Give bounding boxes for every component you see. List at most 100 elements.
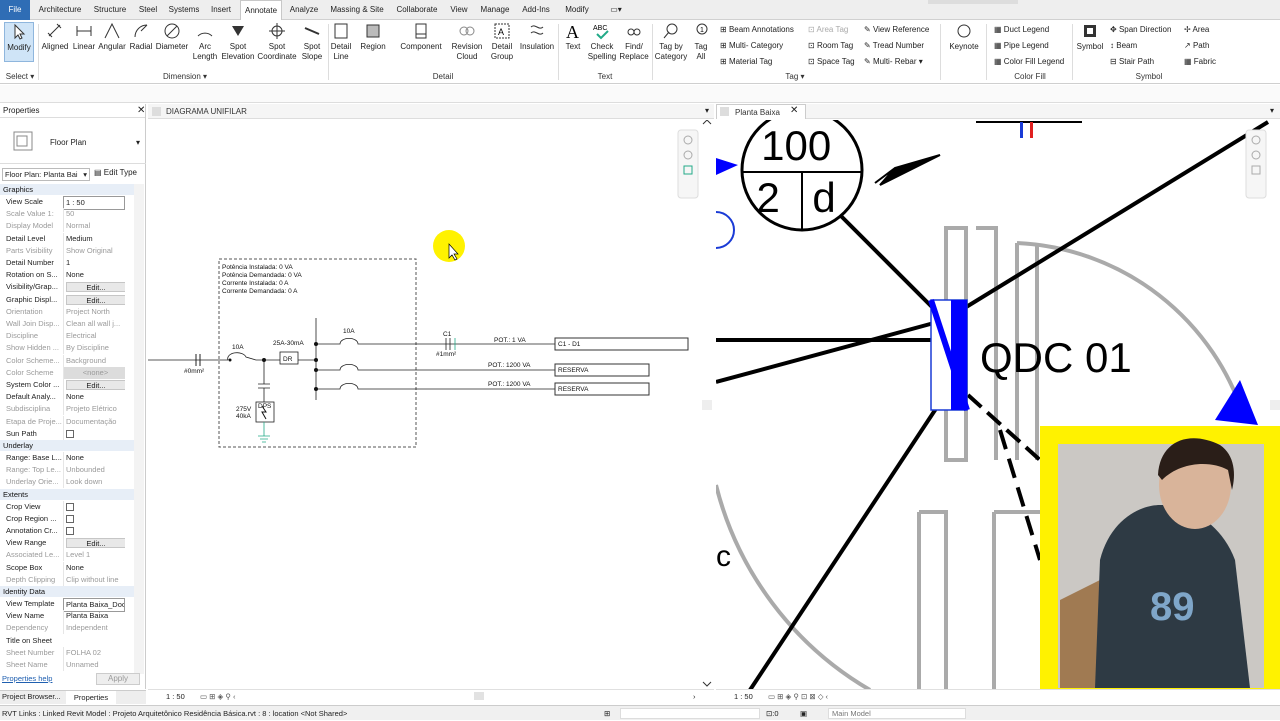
property-value[interactable]: FOLHA 02: [63, 646, 125, 659]
text-button[interactable]: A Text: [562, 22, 584, 52]
tab-properties[interactable]: Properties: [66, 691, 116, 704]
property-row[interactable]: Rotation on S... None: [0, 269, 134, 282]
space-tag-button[interactable]: ⊡ Space Tag: [808, 56, 855, 67]
tab-manage[interactable]: Manage: [476, 0, 514, 20]
dimension-group-label[interactable]: Dimension ▾: [40, 72, 330, 81]
beam-annotations-button[interactable]: ⊞ Beam Annotations: [720, 24, 794, 35]
aligned-dim-button[interactable]: Aligned: [40, 22, 70, 52]
view-planta-baixa[interactable]: Planta Baixa ✕ ▾ 100 2 d QDC 01 c 89 1:…: [716, 104, 1280, 704]
arc-length-button[interactable]: Arc Length: [190, 22, 220, 62]
design-options-icon[interactable]: ▣: [800, 706, 807, 721]
apply-button[interactable]: Apply: [96, 673, 140, 685]
property-row[interactable]: Default Analy... None: [0, 391, 134, 404]
edit-button[interactable]: Edit...: [66, 538, 125, 549]
multi-category-button[interactable]: ⊞ Multi- Category: [720, 40, 783, 51]
horizontal-scroll-thumb[interactable]: [474, 692, 484, 700]
check-spelling-button[interactable]: ABC Check Spelling: [586, 22, 618, 62]
property-value[interactable]: By Discipline: [63, 342, 125, 355]
property-row[interactable]: Parts Visibility Show Original: [0, 244, 134, 257]
property-value[interactable]: None: [63, 561, 125, 574]
property-value[interactable]: None: [63, 391, 125, 404]
revision-cloud-button[interactable]: Revision Cloud: [450, 22, 484, 62]
property-row[interactable]: View Name Planta Baixa: [0, 610, 134, 623]
property-row[interactable]: Detail Level Medium: [0, 232, 134, 245]
tab-insert[interactable]: Insert: [206, 0, 236, 20]
property-row[interactable]: Subdisciplina Projeto Elétrico: [0, 403, 134, 416]
property-row[interactable]: Etapa de Proje... Documentação: [0, 415, 134, 428]
region-button[interactable]: Region: [358, 22, 388, 52]
property-value[interactable]: Projeto Elétrico: [63, 403, 125, 416]
instance-filter-select[interactable]: Floor Plan: Planta Bai ▾: [2, 168, 90, 181]
property-row[interactable]: Detail Number 1: [0, 257, 134, 269]
property-row[interactable]: Crop Region ...: [0, 512, 134, 527]
property-category[interactable]: Extents: [0, 488, 134, 500]
property-row[interactable]: Range: Top Le... Unbounded: [0, 464, 134, 477]
view-controls-icons[interactable]: ▭ ⊞ ◈ ⚲ ⊡ ⊠ ◇ ‹: [768, 690, 828, 704]
property-row[interactable]: Sheet Name Unnamed: [0, 659, 134, 671]
property-row[interactable]: Annotation Cr...: [0, 525, 134, 539]
tab-view[interactable]: View: [446, 0, 472, 20]
property-row[interactable]: View Template Planta Baixa_Doc: [0, 598, 134, 612]
pipe-legend-button[interactable]: ▦ Pipe Legend: [994, 40, 1049, 51]
property-value[interactable]: Level 1: [63, 549, 125, 562]
property-row[interactable]: Discipline Electrical: [0, 330, 134, 343]
property-value[interactable]: Project North: [63, 305, 125, 318]
properties-scrollbar[interactable]: [134, 184, 144, 674]
property-row[interactable]: Crop View: [0, 500, 134, 515]
property-row[interactable]: Sun Path: [0, 427, 134, 442]
tag-group-label[interactable]: Tag ▾: [654, 72, 936, 81]
property-value[interactable]: Documentação: [63, 415, 125, 428]
color-fill-legend-button[interactable]: ▦ Color Fill Legend: [994, 56, 1064, 67]
tab-analyze[interactable]: Analyze: [286, 0, 322, 20]
property-value[interactable]: Edit...: [63, 293, 125, 307]
tab-project-browser[interactable]: Project Browser...: [2, 692, 61, 701]
properties-help-link[interactable]: Properties help: [2, 674, 52, 683]
detail-group-button[interactable]: A Detail Group: [488, 22, 516, 62]
property-category[interactable]: Graphics: [0, 184, 134, 195]
property-value[interactable]: None: [63, 269, 125, 282]
contextual-dropdown-icon[interactable]: ▭▾: [604, 0, 628, 20]
area-tag-button[interactable]: ⊡ Area Tag: [808, 24, 848, 35]
tab-menu-icon[interactable]: ▾: [705, 106, 709, 115]
property-row[interactable]: Display Model Normal: [0, 220, 134, 233]
property-row[interactable]: Scope Box None: [0, 561, 134, 574]
symbol-button[interactable]: Symbol: [1074, 22, 1106, 52]
spot-elevation-button[interactable]: Spot Elevation: [221, 22, 255, 62]
property-value[interactable]: Normal: [63, 220, 125, 233]
property-row[interactable]: View Range Edit...: [0, 537, 134, 551]
property-checkbox[interactable]: [66, 502, 74, 511]
property-row[interactable]: Visibility/Grap... Edit...: [0, 281, 134, 295]
property-row[interactable]: Associated Le... Level 1: [0, 549, 134, 562]
angular-dim-button[interactable]: Angular: [97, 22, 127, 52]
property-value[interactable]: Medium: [63, 232, 125, 245]
multi-rebar-button[interactable]: ✎ Multi- Rebar ▾: [864, 56, 923, 67]
tag-by-category-button[interactable]: Tag by Category: [654, 22, 688, 62]
property-checkbox[interactable]: [66, 527, 74, 535]
property-row[interactable]: Graphic Displ... Edit...: [0, 293, 134, 307]
scroll-down-icon[interactable]: [702, 681, 712, 687]
diameter-dim-button[interactable]: Diameter: [155, 22, 189, 52]
tab-annotate[interactable]: Annotate: [240, 0, 282, 20]
stair-path-button[interactable]: ⊟ Stair Path: [1110, 56, 1154, 67]
tab-diagrama-unifilar[interactable]: DIAGRAMA UNIFILAR: [148, 104, 714, 119]
tab-structure[interactable]: Structure: [90, 0, 130, 20]
property-category[interactable]: Underlay: [0, 440, 134, 451]
property-row[interactable]: Depth Clipping Clip without line: [0, 573, 134, 586]
tab-add-ins[interactable]: Add-Ins: [518, 0, 554, 20]
tab-systems[interactable]: Systems: [166, 0, 202, 20]
property-row[interactable]: Orientation Project North: [0, 305, 134, 318]
property-row[interactable]: Sheet Number FOLHA 02: [0, 646, 134, 659]
property-row[interactable]: Show Hidden ... By Discipline: [0, 342, 134, 355]
scroll-right-icon[interactable]: ›: [693, 690, 696, 704]
property-row[interactable]: Underlay Orie... Look down: [0, 476, 134, 489]
file-tab[interactable]: File: [0, 0, 30, 20]
design-option-select[interactable]: Main Model: [828, 708, 966, 719]
modify-button[interactable]: Modify: [4, 22, 34, 62]
property-value[interactable]: <none>: [63, 366, 125, 379]
tab-modify[interactable]: Modify: [558, 0, 596, 20]
duct-legend-button[interactable]: ▦ Duct Legend: [994, 24, 1049, 35]
worksets-icon[interactable]: ⊞: [604, 706, 610, 721]
view-controls-icons[interactable]: ▭ ⊞ ◈ ⚲ ‹: [200, 690, 235, 704]
type-selector[interactable]: Floor Plan ▾: [0, 120, 146, 164]
close-tab-icon[interactable]: ✕: [790, 105, 798, 116]
